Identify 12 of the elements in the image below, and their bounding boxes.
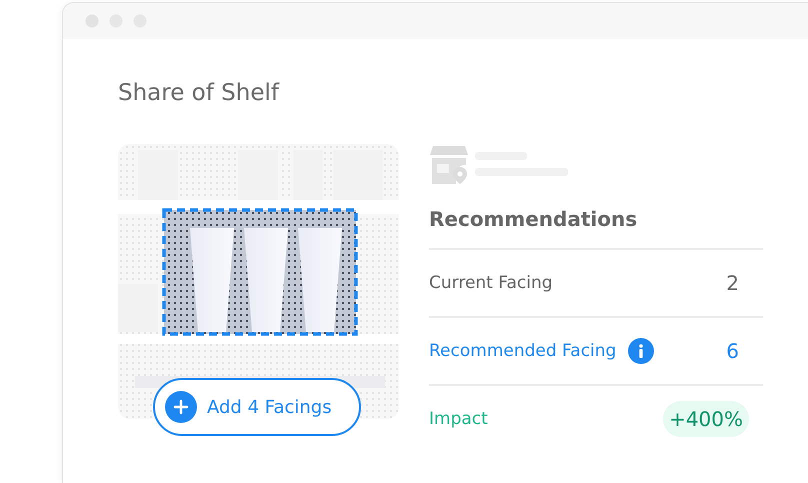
recommendations-heading: Recommendations xyxy=(429,202,763,250)
row-label: Impact xyxy=(429,409,488,429)
row-label: Recommended Facing xyxy=(429,341,616,361)
add-facings-button[interactable]: Add 4 Facings xyxy=(153,378,361,436)
plus-icon xyxy=(165,391,197,423)
row-value: 2 xyxy=(726,271,739,295)
impact-badge: +400% xyxy=(663,401,749,437)
page-title: Share of Shelf xyxy=(118,79,280,107)
row-label: Current Facing xyxy=(429,273,553,293)
row-value: 6 xyxy=(726,339,739,363)
info-icon[interactable] xyxy=(628,338,654,364)
store-location-icon xyxy=(429,144,469,184)
